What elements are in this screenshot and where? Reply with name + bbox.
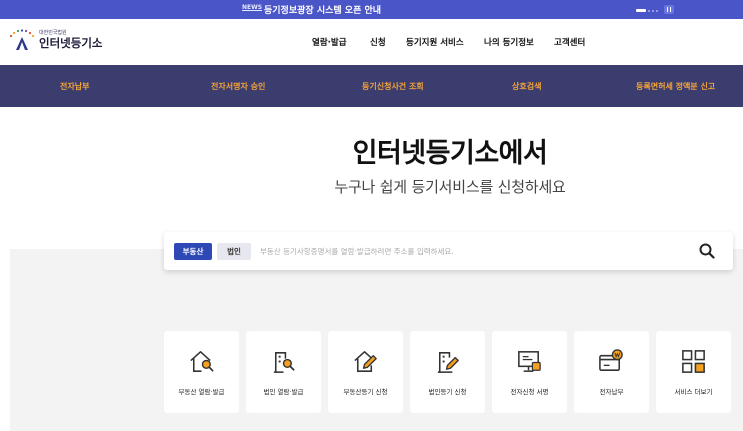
menu-apply[interactable]: 신청 — [370, 36, 386, 48]
quick-nav-signer-approval[interactable]: 전자서명자 승인 — [211, 81, 265, 92]
service-card-e-payment[interactable]: 전자납부 — [574, 331, 649, 413]
service-label: 서비스 더보기 — [674, 388, 713, 396]
site-header: 대한민국법원 인터넷등기소 열람·발급 신청 등기지원 서비스 나의 등기정보 … — [0, 19, 743, 65]
site-logo[interactable]: 대한민국법원 인터넷등기소 — [8, 28, 102, 52]
news-page-indicator[interactable] — [652, 9, 654, 12]
service-card-e-sign[interactable]: 전자신청 서명 — [492, 331, 567, 413]
house-edit-icon — [354, 351, 377, 372]
quick-nav-license-tax[interactable]: 등록면허세 정액분 신고 — [636, 81, 715, 92]
menu-support-services[interactable]: 등기지원 서비스 — [406, 36, 464, 48]
logo-title: 인터넷등기소 — [39, 35, 103, 50]
service-label: 법인 열람·발급 — [263, 388, 304, 396]
menu-customer-center[interactable]: 고객센터 — [554, 36, 585, 48]
service-label: 부동산등기 신청 — [343, 388, 388, 396]
search-box: 부동산 법인 — [164, 232, 733, 270]
news-label: NEWS — [242, 4, 263, 11]
quick-nav: 전자납부 전자서명자 승인 등기신청사건 조회 상호검색 등록면허세 정액분 신… — [0, 65, 743, 107]
news-page-indicator[interactable] — [656, 9, 658, 12]
service-card-real-estate-view[interactable]: 부동산 열람·발급 — [164, 331, 239, 413]
news-page-indicator[interactable] — [648, 9, 650, 12]
tab-corporation[interactable]: 법인 — [217, 243, 251, 260]
service-card-more[interactable]: 서비스 더보기 — [656, 331, 731, 413]
service-label: 전자신청 서명 — [510, 388, 549, 396]
service-card-corporate-apply[interactable]: 법인등기 신청 — [410, 331, 485, 413]
quick-nav-e-payment[interactable]: 전자납부 — [60, 81, 89, 92]
building-search-icon — [273, 352, 295, 373]
tab-real-estate[interactable]: 부동산 — [174, 243, 212, 260]
hero-title: 인터넷등기소에서 — [352, 138, 548, 169]
quick-nav-trade-name-search[interactable]: 상호검색 — [512, 81, 541, 92]
service-label: 부동산 열람·발급 — [178, 388, 225, 396]
service-label: 전자납부 — [599, 388, 624, 396]
service-label: 법인등기 신청 — [428, 388, 467, 396]
grid-more-icon — [682, 350, 705, 373]
monitor-sign-icon — [518, 351, 541, 372]
building-edit-icon — [437, 352, 459, 373]
news-headline-link[interactable]: 등기정보광장 시스템 오픈 안내 — [264, 3, 381, 16]
service-card-corporate-view[interactable]: 법인 열람·발급 — [246, 331, 321, 413]
menu-view-issue[interactable]: 열람·발급 — [312, 36, 347, 48]
court-logo-icon — [9, 29, 35, 50]
search-input[interactable] — [260, 241, 680, 261]
house-search-icon — [190, 351, 214, 372]
menu-my-info[interactable]: 나의 등기정보 — [484, 36, 534, 48]
news-page-active-indicator[interactable] — [636, 9, 646, 12]
hero-subtitle: 누구나 쉽게 등기서비스를 신청하세요 — [334, 178, 566, 196]
search-icon[interactable] — [698, 242, 716, 260]
logo-subtitle: 대한민국법원 — [39, 29, 67, 36]
card-payment-icon — [599, 349, 623, 371]
pause-icon[interactable] — [664, 5, 674, 14]
news-bar: NEWS 등기정보광장 시스템 오픈 안내 — [0, 0, 743, 19]
quick-nav-case-lookup[interactable]: 등기신청사건 조회 — [362, 81, 424, 92]
news-pager — [636, 5, 674, 15]
service-card-real-estate-apply[interactable]: 부동산등기 신청 — [328, 331, 403, 413]
